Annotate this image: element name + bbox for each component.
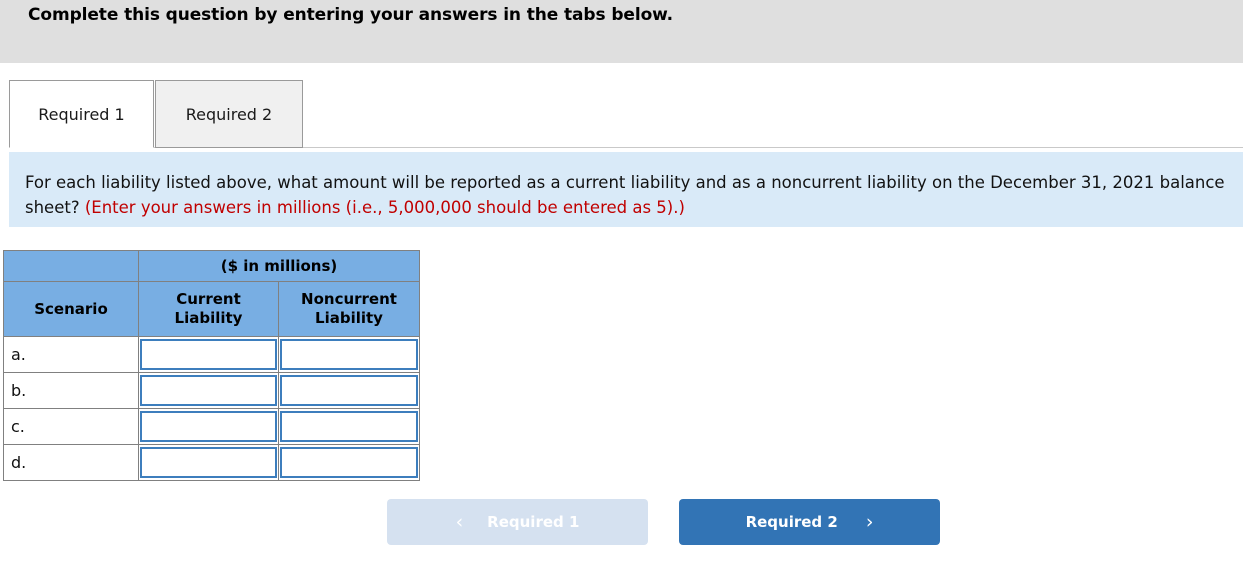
input-noncurrent-liability-a[interactable]	[280, 339, 418, 370]
cell-noncurrent-liability-b[interactable]	[278, 372, 420, 409]
table-row: c.	[3, 408, 420, 445]
tab-bar: Required 1 Required 2	[0, 80, 1243, 149]
header-current-liability-line2: Liability	[174, 309, 243, 327]
tab-required-1[interactable]: Required 1	[9, 80, 154, 148]
header-corner-cell	[3, 250, 139, 282]
header-current-liability-line1: Current	[176, 290, 241, 308]
table-header-row-columns: Scenario Current Liability Noncurrent Li…	[3, 281, 420, 337]
question-text: For each liability listed above, what am…	[25, 170, 1230, 220]
header-noncurrent-liability-line2: Liability	[315, 309, 383, 327]
input-current-liability-c[interactable]	[140, 411, 277, 442]
previous-button-label: Required 1	[487, 513, 580, 531]
cell-noncurrent-liability-a[interactable]	[278, 336, 420, 373]
tab-required-2-label: Required 2	[185, 104, 273, 124]
input-noncurrent-liability-c[interactable]	[280, 411, 418, 442]
row-label-c: c.	[3, 408, 139, 445]
cell-current-liability-b[interactable]	[138, 372, 279, 409]
instruction-text: Complete this question by entering your …	[28, 5, 674, 25]
cell-current-liability-d[interactable]	[138, 444, 279, 481]
chevron-left-icon: ‹	[455, 510, 464, 533]
answer-table: ($ in millions) Scenario Current Liabili…	[3, 250, 420, 481]
row-label-a: a.	[3, 336, 139, 373]
question-note: (Enter your answers in millions (i.e., 5…	[84, 198, 685, 217]
header-noncurrent-liability-line1: Noncurrent	[301, 290, 397, 308]
tab-required-2[interactable]: Required 2	[155, 80, 303, 148]
table-row: a.	[3, 336, 420, 373]
header-current-liability: Current Liability	[138, 281, 279, 337]
header-noncurrent-liability: Noncurrent Liability	[278, 281, 420, 337]
table-row: d.	[3, 444, 420, 481]
row-label-d: d.	[3, 444, 139, 481]
header-units: ($ in millions)	[138, 250, 420, 282]
next-button-label: Required 2	[745, 513, 838, 531]
cell-noncurrent-liability-c[interactable]	[278, 408, 420, 445]
table-row: b.	[3, 372, 420, 409]
input-current-liability-b[interactable]	[140, 375, 277, 406]
input-current-liability-a[interactable]	[140, 339, 277, 370]
table-header-row-units: ($ in millions)	[3, 250, 420, 282]
instruction-banner: Complete this question by entering your …	[0, 0, 1243, 63]
header-scenario: Scenario	[3, 281, 139, 337]
cell-current-liability-c[interactable]	[138, 408, 279, 445]
input-noncurrent-liability-d[interactable]	[280, 447, 418, 478]
chevron-right-icon: ›	[865, 510, 874, 533]
input-current-liability-d[interactable]	[140, 447, 277, 478]
next-required-2-button[interactable]: Required 2 ›	[679, 499, 940, 545]
row-label-b: b.	[3, 372, 139, 409]
previous-required-1-button[interactable]: ‹ Required 1	[387, 499, 648, 545]
cell-noncurrent-liability-d[interactable]	[278, 444, 420, 481]
input-noncurrent-liability-b[interactable]	[280, 375, 418, 406]
tab-required-1-label: Required 1	[38, 104, 125, 124]
cell-current-liability-a[interactable]	[138, 336, 279, 373]
question-panel: For each liability listed above, what am…	[9, 152, 1243, 227]
